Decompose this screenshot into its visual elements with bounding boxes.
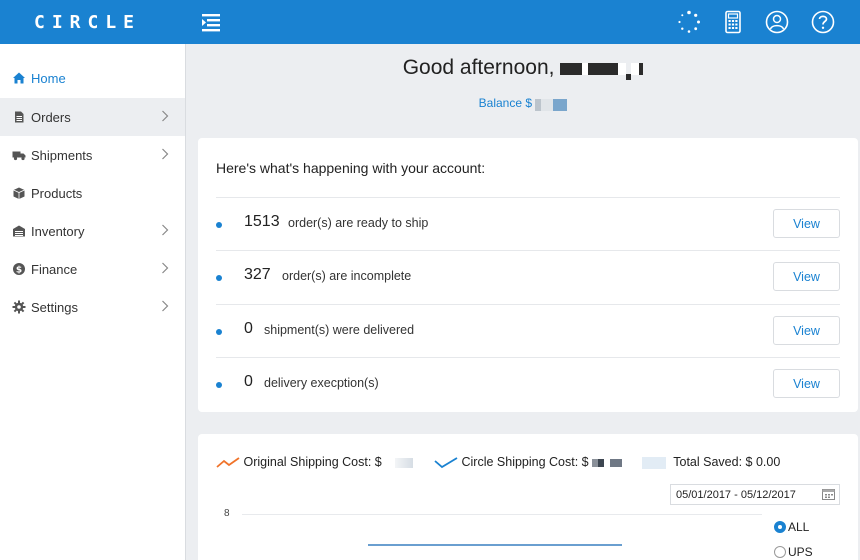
list-item: 1513 order(s) are ready to ship View (216, 197, 840, 250)
carrier-option-all[interactable]: ALL (774, 520, 809, 534)
saved-swatch (642, 456, 666, 469)
dollar-icon: $ (13, 263, 25, 275)
carrier-option-label: ALL (788, 520, 810, 534)
redacted-original-cost (395, 457, 414, 468)
sidebar-item-settings[interactable]: Settings (0, 288, 185, 326)
trend-line-icon (216, 456, 240, 468)
bullet-icon (216, 382, 222, 388)
greeting: Good afternoon, (186, 56, 860, 81)
chevron-right-icon (162, 224, 169, 236)
sidebar-item-orders[interactable]: Orders (0, 98, 185, 136)
chevron-right-icon (162, 148, 169, 160)
document-icon (15, 111, 24, 123)
sidebar-item-label: Shipments (31, 147, 93, 163)
menu-toggle-icon[interactable] (198, 10, 224, 34)
calendar-icon[interactable] (822, 488, 835, 500)
ready-to-ship-count: 1513 (244, 213, 280, 230)
list-item: 0 shipment(s) were delivered View (216, 304, 840, 357)
delivered-text: shipment(s) were delivered (264, 323, 415, 337)
sidebar-item-home[interactable]: Home (0, 58, 185, 98)
sidebar-item-finance[interactable]: $ Finance (0, 250, 185, 288)
delivered-count: 0 (244, 320, 253, 337)
exceptions-text: delivery execption(s) (264, 376, 379, 390)
sidebar-item-shipments[interactable]: Shipments (0, 136, 185, 174)
chevron-right-icon (162, 262, 169, 274)
chart-gridline (242, 514, 762, 515)
view-exceptions-button[interactable]: View (773, 369, 840, 398)
loading-spinner-icon[interactable] (676, 9, 702, 35)
calculator-icon[interactable] (720, 9, 746, 35)
warehouse-icon (13, 225, 25, 237)
redacted-balance (535, 97, 568, 111)
box-icon (13, 187, 25, 199)
sidebar-item-label: Products (31, 185, 83, 201)
radio-selected-icon[interactable] (774, 521, 786, 533)
list-item: 0 delivery execption(s) View (216, 357, 840, 410)
carrier-option-label: UPS (788, 545, 813, 559)
original-cost-legend: Original Shipping Cost: $ (216, 455, 414, 469)
incomplete-count: 327 (244, 266, 271, 283)
greeting-text: Good afternoon, (402, 56, 555, 79)
circle-cost-legend: Circle Shipping Cost: $ (434, 455, 623, 470)
bullet-icon (216, 329, 222, 335)
view-ready-to-ship-button[interactable]: View (773, 209, 840, 238)
sidebar: Home Orders Shipments Products Inventory (0, 44, 186, 560)
user-icon[interactable] (764, 9, 790, 35)
bullet-icon (216, 275, 222, 281)
redacted-circle-cost (592, 456, 623, 470)
total-saved-legend: Total Saved: $ 0.00 (642, 455, 780, 469)
chevron-right-icon (162, 110, 169, 122)
bullet-icon (216, 222, 222, 228)
y-axis-tick: 8 (224, 508, 230, 519)
total-saved-label: Total Saved: $ 0.00 (673, 455, 781, 469)
incomplete-text: order(s) are incomplete (282, 269, 412, 283)
balance: Balance $ (186, 96, 860, 111)
sidebar-item-label: Orders (31, 109, 71, 125)
top-bar: CIRCLE (0, 0, 860, 44)
date-range-input[interactable] (670, 484, 840, 505)
gear-icon (12, 300, 26, 314)
chevron-right-icon (162, 300, 169, 312)
trend-line-icon (434, 456, 458, 468)
ready-to-ship-text: order(s) are ready to ship (288, 216, 429, 230)
account-summary-title: Here's what's happening with your accoun… (216, 160, 486, 176)
sidebar-item-products[interactable]: Products (0, 174, 185, 212)
svg-text:$: $ (16, 265, 22, 275)
original-cost-label: Original Shipping Cost: $ (243, 455, 382, 469)
view-delivered-button[interactable]: View (773, 316, 840, 345)
chart-series-line (368, 544, 622, 546)
brand-logo[interactable]: CIRCLE (34, 12, 141, 33)
home-icon (13, 72, 25, 84)
radio-unselected-icon[interactable] (774, 546, 786, 558)
sidebar-item-label: Home (31, 70, 66, 86)
list-item: 327 order(s) are incomplete View (216, 250, 840, 303)
sidebar-item-inventory[interactable]: Inventory (0, 212, 185, 250)
carrier-option-ups[interactable]: UPS (774, 545, 813, 559)
shipping-cost-card: Original Shipping Cost: $ Circle Shippin… (198, 434, 858, 560)
sidebar-item-label: Finance (31, 261, 78, 277)
sidebar-item-label: Inventory (31, 223, 85, 239)
view-incomplete-button[interactable]: View (773, 262, 840, 291)
sidebar-item-label: Settings (31, 299, 78, 315)
account-summary-card: Here's what's happening with your accoun… (198, 138, 858, 412)
circle-cost-label: Circle Shipping Cost: $ (461, 455, 589, 469)
exceptions-count: 0 (244, 373, 253, 390)
balance-label: Balance $ (478, 96, 533, 110)
redacted-name (560, 56, 644, 81)
help-icon[interactable] (810, 9, 836, 35)
truck-icon (12, 151, 26, 161)
